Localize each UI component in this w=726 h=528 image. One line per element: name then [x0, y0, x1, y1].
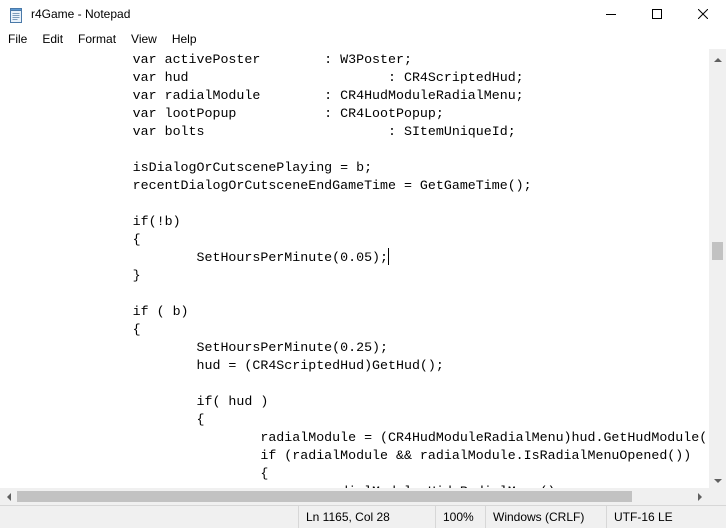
- code-line: radialModule = (CR4HudModuleRadialMenu)h…: [5, 430, 708, 445]
- code-line: var lootPopup : CR4LootPopup;: [5, 106, 444, 121]
- code-line: {: [5, 466, 269, 481]
- code-line: if( hud ): [5, 394, 269, 409]
- status-bar: Ln 1165, Col 28 100% Windows (CRLF) UTF-…: [0, 505, 726, 528]
- menu-edit[interactable]: Edit: [34, 30, 70, 49]
- code-line: if(!b): [5, 214, 181, 229]
- horizontal-scrollbar[interactable]: [0, 488, 709, 505]
- minimize-icon: [606, 6, 616, 24]
- menu-view[interactable]: View: [123, 30, 164, 49]
- chevron-down-icon: [713, 471, 722, 489]
- code-line: hud = (CR4ScriptedHud)GetHud();: [5, 358, 444, 373]
- encoding: UTF-16 LE: [606, 506, 726, 528]
- code-line: {: [5, 322, 141, 337]
- code-line: isDialogOrCutscenePlaying = b;: [5, 160, 373, 175]
- title-bar[interactable]: r4Game - Notepad: [0, 0, 726, 30]
- code-line: if (radialModule && radialModule.IsRadia…: [5, 448, 692, 463]
- window-title: r4Game - Notepad: [31, 7, 131, 21]
- notepad-icon: [8, 7, 24, 23]
- code-line: SetHoursPerMinute(0.05);: [5, 250, 389, 265]
- code-line: var bolts : SItemUniqueId;: [5, 124, 516, 139]
- line-ending: Windows (CRLF): [485, 506, 606, 528]
- horizontal-scroll-thumb[interactable]: [17, 491, 632, 502]
- minimize-button[interactable]: [588, 0, 634, 30]
- vertical-scroll-thumb[interactable]: [712, 242, 723, 260]
- menu-bar: File Edit Format View Help: [0, 30, 726, 49]
- close-button[interactable]: [680, 0, 726, 30]
- maximize-button[interactable]: [634, 0, 680, 30]
- scroll-down-button[interactable]: [709, 471, 726, 488]
- editor-content[interactable]: var activePoster : W3Poster; var hud : C…: [5, 51, 708, 488]
- zoom-level: 100%: [435, 506, 485, 528]
- chevron-left-icon: [6, 488, 11, 506]
- scroll-up-button[interactable]: [709, 49, 726, 66]
- text-caret: [388, 248, 389, 265]
- maximize-icon: [652, 6, 662, 24]
- menu-help[interactable]: Help: [164, 30, 204, 49]
- scrollbar-corner: [709, 488, 726, 505]
- chevron-right-icon: [698, 488, 703, 506]
- code-line: if ( b): [5, 304, 189, 319]
- code-line: recentDialogOrCutsceneEndGameTime = GetG…: [5, 178, 532, 193]
- code-line: SetHoursPerMinute(0.25);: [5, 340, 389, 355]
- code-line: var hud : CR4ScriptedHud;: [5, 70, 524, 85]
- scroll-right-button[interactable]: [692, 488, 709, 505]
- close-icon: [697, 6, 709, 24]
- code-line: var activePoster : W3Poster;: [5, 52, 412, 67]
- vertical-scrollbar[interactable]: [709, 49, 726, 488]
- menu-format[interactable]: Format: [70, 30, 123, 49]
- cursor-position: Ln 1165, Col 28: [298, 506, 435, 528]
- code-line: {: [5, 412, 205, 427]
- menu-file[interactable]: File: [0, 30, 34, 49]
- code-line: var radialModule : CR4HudModuleRadialMen…: [5, 88, 524, 103]
- chevron-up-icon: [713, 49, 722, 67]
- code-line: }: [5, 268, 141, 283]
- scroll-left-button[interactable]: [0, 488, 17, 505]
- text-editor[interactable]: var activePoster : W3Poster; var hud : C…: [0, 49, 709, 488]
- code-line: {: [5, 232, 141, 247]
